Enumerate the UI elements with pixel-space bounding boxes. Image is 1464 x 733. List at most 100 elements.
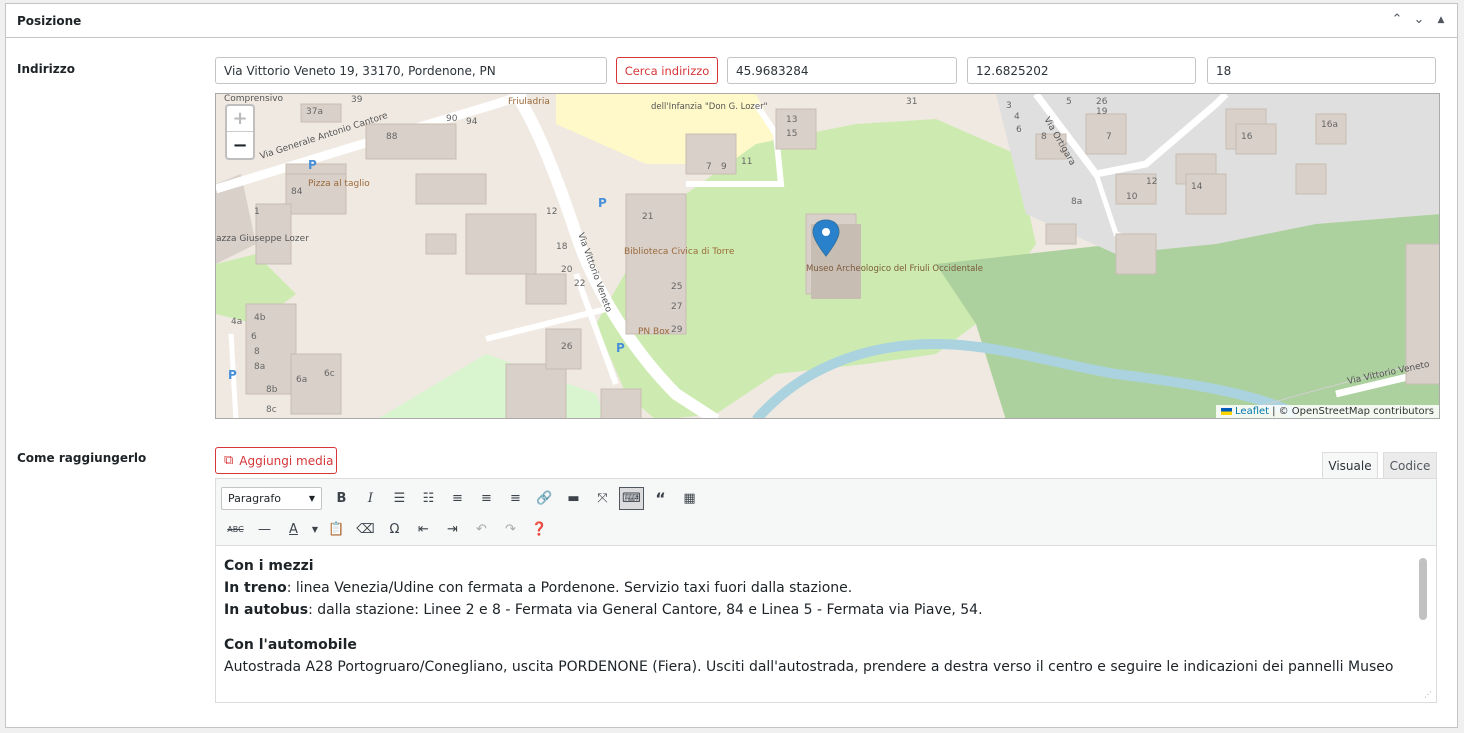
svg-text:39: 39 xyxy=(351,95,363,105)
align-left-icon[interactable]: ≡ xyxy=(443,485,472,511)
strikethrough-icon[interactable]: ABC xyxy=(221,516,250,542)
svg-text:22: 22 xyxy=(574,279,585,289)
move-down-icon[interactable]: ⌄ xyxy=(1411,12,1427,27)
map-attribution: Leaflet | © OpenStreetMap contributors xyxy=(1216,405,1439,418)
svg-text:27: 27 xyxy=(671,302,682,312)
svg-text:37a: 37a xyxy=(306,107,323,117)
content-heading-car: Con l'automobile xyxy=(224,637,357,653)
svg-text:Friuladria: Friuladria xyxy=(508,97,550,107)
format-select[interactable]: Paragrafo ▼ xyxy=(221,486,322,510)
ukraine-flag-icon xyxy=(1221,408,1233,415)
svg-text:3: 3 xyxy=(1006,101,1012,111)
text-color-dropdown-icon[interactable]: ▼ xyxy=(308,516,322,542)
panel-header: Posizione ⌃ ⌄ ▲ xyxy=(6,4,1457,38)
align-center-icon[interactable]: ≡ xyxy=(472,485,501,511)
blocks-icon[interactable]: ▦ xyxy=(675,485,704,511)
tab-code[interactable]: Codice xyxy=(1383,452,1437,479)
svg-text:4b: 4b xyxy=(254,313,266,323)
tab-visual[interactable]: Visuale xyxy=(1322,452,1378,479)
svg-text:31: 31 xyxy=(906,97,917,107)
zoom-control: + − xyxy=(225,104,255,160)
blockquote-icon[interactable]: “ xyxy=(646,485,675,511)
undo-icon[interactable]: ↶ xyxy=(467,516,496,542)
bold-icon[interactable]: B xyxy=(327,485,356,511)
svg-text:4: 4 xyxy=(1014,112,1020,122)
redo-icon[interactable]: ↷ xyxy=(496,516,525,542)
clear-format-icon[interactable]: ⌫ xyxy=(351,516,380,542)
zoom-input[interactable]: 18 xyxy=(1207,57,1436,84)
svg-text:9: 9 xyxy=(721,162,727,172)
svg-text:P: P xyxy=(308,158,317,172)
svg-text:26: 26 xyxy=(1096,97,1108,107)
read-more-icon[interactable]: ▬ xyxy=(559,485,588,511)
svg-text:Via Vittorio Veneto: Via Vittorio Veneto xyxy=(575,232,613,315)
map-view[interactable]: 37a 39 88 90 94 84 1 12 18 20 22 21 25 27 29 26 13 15 7… xyxy=(215,93,1440,419)
school-label: dell'Infanzia "Don G. Lozer" xyxy=(651,102,768,112)
help-icon[interactable]: ❓ xyxy=(525,516,554,542)
align-right-icon[interactable]: ≡ xyxy=(501,485,530,511)
text-color-icon[interactable]: A xyxy=(279,516,308,542)
svg-text:13: 13 xyxy=(786,115,797,125)
outdent-icon[interactable]: ⇤ xyxy=(409,516,438,542)
leaflet-link[interactable]: Leaflet xyxy=(1235,406,1269,417)
add-media-button[interactable]: ⧉ Aggiungi media xyxy=(215,447,337,474)
svg-text:29: 29 xyxy=(671,325,683,335)
media-icon: ⧉ xyxy=(224,453,234,468)
svg-text:16: 16 xyxy=(1241,132,1253,142)
numbered-list-icon[interactable]: ☷ xyxy=(414,485,443,511)
svg-text:P: P xyxy=(616,341,625,355)
svg-text:8: 8 xyxy=(1041,132,1047,142)
svg-text:14: 14 xyxy=(1191,182,1203,192)
svg-text:19: 19 xyxy=(1096,107,1108,117)
svg-text:7: 7 xyxy=(706,162,712,172)
svg-text:Biblioteca Civica di Torre: Biblioteca Civica di Torre xyxy=(624,247,735,257)
link-icon[interactable]: 🔗 xyxy=(530,485,559,511)
latitude-input[interactable]: 45.9683284 xyxy=(727,57,957,84)
svg-text:8: 8 xyxy=(254,347,260,357)
svg-text:88: 88 xyxy=(386,132,398,142)
editor-content[interactable]: Con i mezzi In treno: linea Venezia/Udin… xyxy=(216,547,1436,687)
dropdown-arrow-icon: ▼ xyxy=(308,493,315,503)
address-label: Indirizzo xyxy=(17,62,75,76)
svg-text:8b: 8b xyxy=(266,385,278,395)
fullscreen-icon[interactable]: ⤧ xyxy=(588,485,617,511)
address-input[interactable]: Via Vittorio Veneto 19, 33170, Pordenone… xyxy=(215,57,607,84)
svg-text:8a: 8a xyxy=(1071,197,1082,207)
horizontal-line-icon[interactable]: — xyxy=(250,516,279,542)
museum-label: Museo Archeologico del Friuli Occidental… xyxy=(806,264,983,274)
move-up-icon[interactable]: ⌃ xyxy=(1389,12,1405,27)
svg-text:15: 15 xyxy=(786,129,797,139)
editor-scrollbar[interactable] xyxy=(1419,554,1427,682)
position-panel: Posizione ⌃ ⌄ ▲ Indirizzo Via Vittorio V… xyxy=(5,3,1458,728)
italic-icon[interactable]: I xyxy=(356,485,385,511)
svg-text:4a: 4a xyxy=(231,317,242,327)
zoom-in-button[interactable]: + xyxy=(227,106,253,132)
special-char-icon[interactable]: Ω xyxy=(380,516,409,542)
svg-text:16a: 16a xyxy=(1321,120,1338,130)
svg-text:12: 12 xyxy=(1146,177,1157,187)
paste-text-icon[interactable]: 📋 xyxy=(322,516,351,542)
svg-text:94: 94 xyxy=(466,117,478,127)
indent-icon[interactable]: ⇥ xyxy=(438,516,467,542)
rich-text-editor: Paragrafo ▼ B I ☰ ☷ ≡ ≡ ≡ 🔗 ▬ ⤧ ⌨ “ ▦ AB… xyxy=(215,478,1437,703)
svg-text:Pizza al taglio: Pizza al taglio xyxy=(308,179,370,189)
toolbar-toggle-icon[interactable]: ⌨ xyxy=(619,486,644,510)
svg-text:PN Box: PN Box xyxy=(638,327,670,337)
scrollbar-thumb[interactable] xyxy=(1419,558,1427,620)
search-address-button[interactable]: Cerca indirizzo xyxy=(616,57,718,84)
zoom-out-button[interactable]: − xyxy=(227,132,253,158)
svg-text:10: 10 xyxy=(1126,192,1138,202)
longitude-input[interactable]: 12.6825202 xyxy=(967,57,1196,84)
svg-text:18: 18 xyxy=(556,242,568,252)
svg-text:1: 1 xyxy=(254,207,260,217)
resize-handle-icon[interactable]: ⋰ xyxy=(1424,690,1432,699)
collapse-toggle-icon[interactable]: ▲ xyxy=(1433,15,1449,25)
svg-text:6a: 6a xyxy=(296,375,307,385)
svg-text:azza Giuseppe Lozer: azza Giuseppe Lozer xyxy=(216,234,309,244)
car-text: Autostrada A28 Portogruaro/Conegliano, u… xyxy=(224,659,1394,675)
osm-attribution: | © OpenStreetMap contributors xyxy=(1272,406,1434,417)
bullet-list-icon[interactable]: ☰ xyxy=(385,485,414,511)
svg-text:6c: 6c xyxy=(324,369,335,379)
svg-text:90: 90 xyxy=(446,114,458,124)
svg-text:26: 26 xyxy=(561,342,573,352)
